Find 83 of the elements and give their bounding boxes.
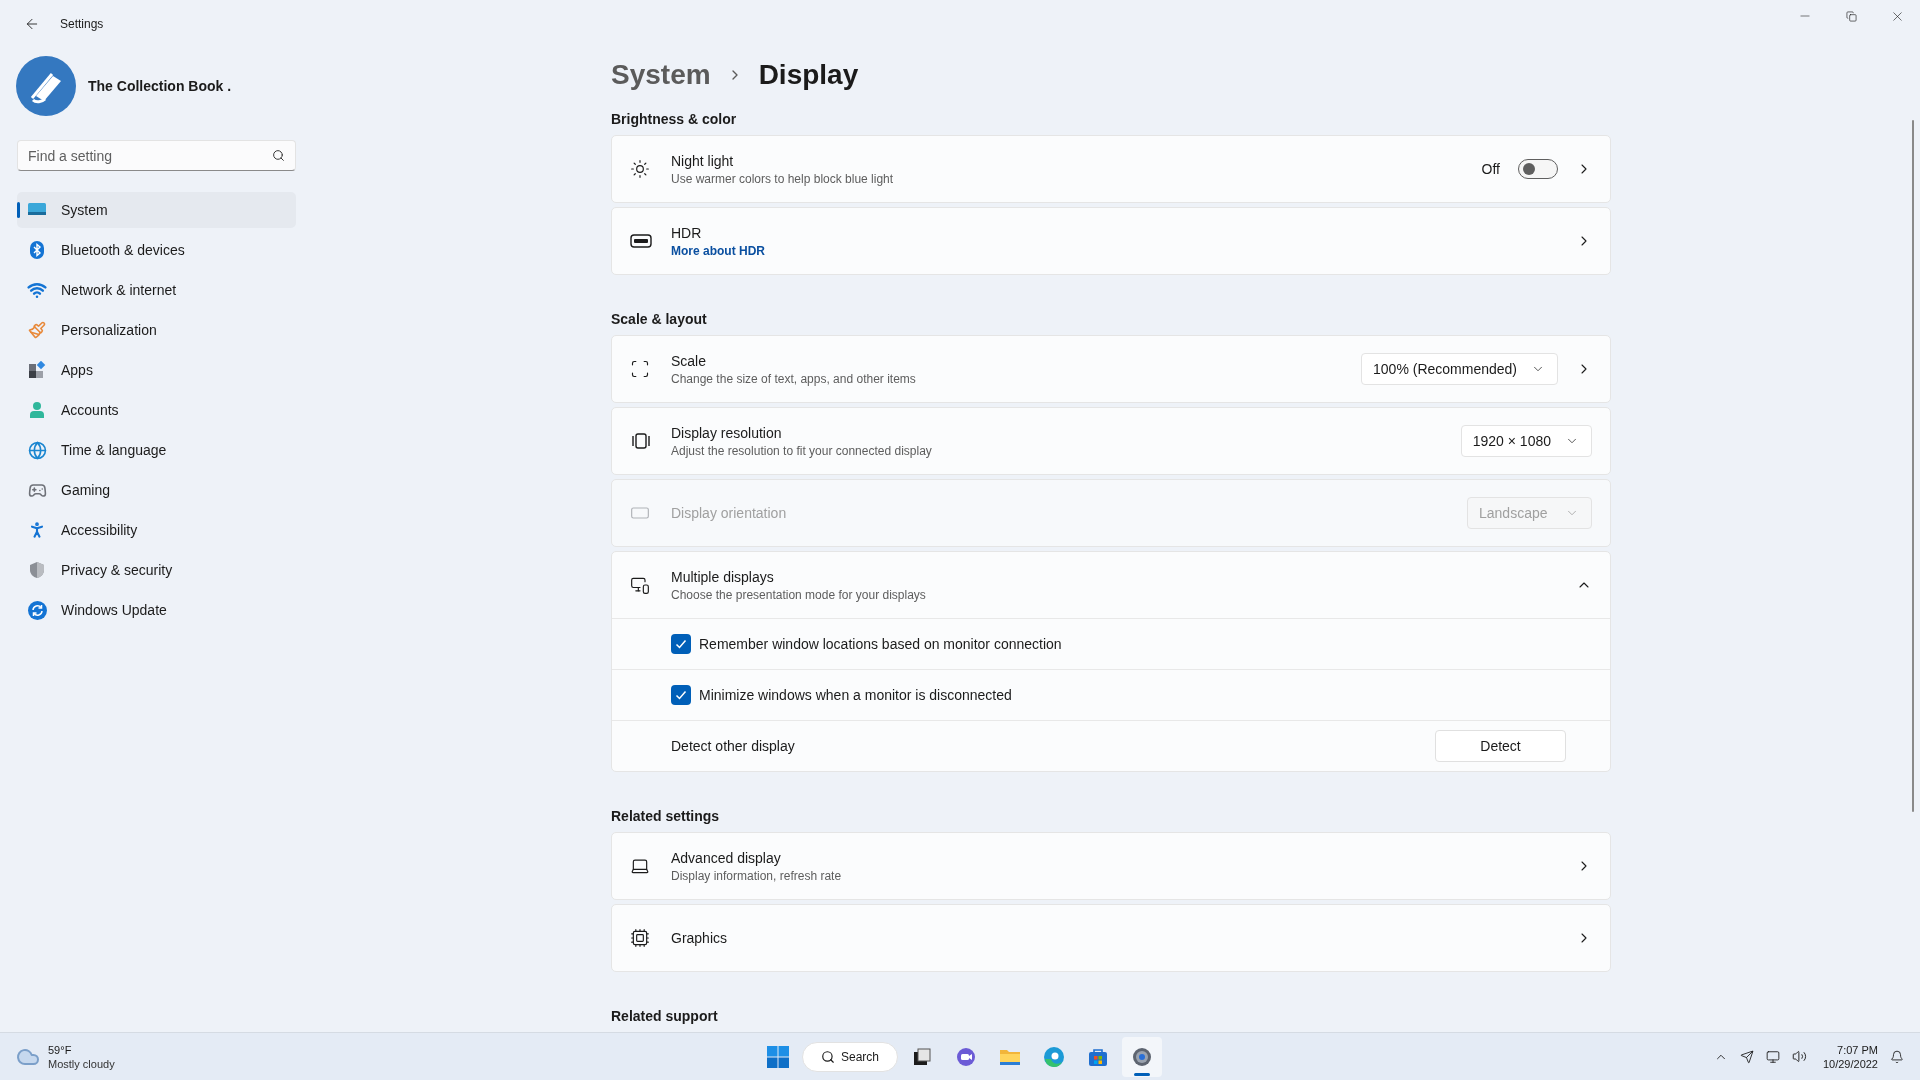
settings-button[interactable] [1122, 1036, 1162, 1077]
section-heading: Related settings [611, 807, 721, 825]
clock-time[interactable]: 7:07 PM [1837, 1042, 1878, 1057]
setting-title: HDR [671, 223, 703, 243]
paper-plane-icon[interactable] [1739, 1049, 1754, 1064]
setting-card[interactable]: Scale Change the size of text, apps, and other items 100% (Recommended) [611, 335, 1611, 403]
nav-item[interactable]: Time & language [17, 432, 296, 468]
dropdown[interactable]: 1920 × 1080 [1460, 425, 1592, 457]
nav-item[interactable]: Bluetooth & devices [17, 232, 296, 268]
scrollbar[interactable] [1912, 120, 1914, 812]
section-heading: Brightness & color [611, 110, 738, 128]
setting-title: Graphics [671, 928, 729, 948]
windows-logo-icon [766, 1044, 790, 1069]
setting-title: Display resolution [671, 423, 783, 443]
setting-description: Choose the presentation mode for your displays [671, 586, 927, 603]
weather-condition: Mostly cloudy [48, 1056, 115, 1071]
setting-description: Adjust the resolution to fit your connected display [671, 442, 933, 459]
toggle-switch[interactable] [1518, 159, 1558, 179]
nav-item[interactable]: Personalization [17, 312, 296, 348]
setting-card[interactable]: Advanced display Display information, refresh rate [611, 832, 1611, 900]
checkbox[interactable] [671, 685, 691, 705]
globe-icon [27, 440, 47, 460]
breadcrumb-parent[interactable]: System [611, 54, 711, 96]
setting-description: Use warmer colors to help block blue light [671, 170, 895, 187]
notification-icon[interactable] [1890, 1049, 1904, 1064]
setting-title: Detect other display [671, 736, 795, 756]
volume-icon[interactable] [1791, 1049, 1807, 1064]
page-title: Display [758, 58, 859, 92]
nav-item[interactable]: Network & internet [17, 272, 296, 308]
setting-card[interactable]: Night light Use warmer colors to help block blue light Off [611, 135, 1611, 203]
nav-item[interactable]: Accessibility [17, 512, 296, 548]
nav-item[interactable]: Apps [17, 352, 296, 388]
search-icon [272, 149, 285, 162]
clock-date[interactable]: 10/29/2022 [1822, 1056, 1878, 1071]
setting-title: Scale [671, 351, 708, 371]
setting-title: Night light [671, 151, 735, 171]
brightness-icon [630, 159, 650, 179]
setting-card[interactable]: HDR More about HDR [611, 207, 1611, 275]
nav-item[interactable]: Gaming [17, 472, 296, 508]
profile-name: The Collection Book . [88, 76, 232, 96]
taskbar-search[interactable]: Search [802, 1041, 898, 1072]
graphics-card-icon [630, 928, 650, 948]
detect-button[interactable]: Detect [1435, 730, 1566, 762]
setting-title: Advanced display [671, 848, 782, 868]
dropdown[interactable]: 100% (Recommended) [1361, 353, 1558, 385]
browser-icon [1043, 1045, 1065, 1068]
scale-icon [630, 359, 650, 379]
setting-title: Multiple displays [671, 567, 775, 587]
monitors-icon [630, 575, 650, 595]
checkbox[interactable] [671, 634, 691, 654]
weather-temperature: 59°F [48, 1042, 73, 1057]
setting-description: Change the size of text, apps, and other items [671, 370, 917, 387]
setting-description: Display information, refresh rate [671, 867, 843, 884]
section-heading: Related support [611, 1007, 719, 1025]
shield-icon [29, 561, 45, 579]
bluetooth-icon [30, 241, 44, 259]
nav-item[interactable]: System [17, 192, 296, 228]
nav-item[interactable]: Accounts [17, 392, 296, 428]
wifi-icon [27, 280, 47, 300]
shopping-bag-icon [1088, 1046, 1108, 1067]
monitor-icon [27, 202, 47, 218]
checkbox-label: Minimize windows when a monitor is disconnected [699, 685, 1012, 705]
window-title: Settings [60, 16, 104, 33]
person-icon [29, 401, 45, 419]
apps-icon [28, 361, 46, 379]
search-field[interactable]: Find a setting [17, 140, 296, 171]
nav-item[interactable]: Privacy & security [17, 552, 296, 588]
resolution-icon [630, 432, 652, 450]
hdr-icon [630, 233, 652, 249]
nav-item[interactable]: Windows Update [17, 592, 296, 628]
more-about-link[interactable]: More about HDR [671, 242, 1576, 259]
search-icon [821, 1049, 835, 1064]
section-heading: Scale & layout [611, 310, 708, 328]
setting-card[interactable]: Display resolution Adjust the resolution to fit your connected display 1920 × 1080 [611, 407, 1611, 475]
checkbox-label: Remember window locations based on monitor connection [699, 634, 1062, 654]
toggle-state-label: Off [1481, 159, 1500, 179]
setting-card[interactable]: Graphics [611, 904, 1611, 972]
video-chat-icon [955, 1045, 977, 1068]
restore-icon [1845, 10, 1857, 22]
setting-title: Display orientation [671, 503, 788, 523]
brush-icon [28, 321, 46, 339]
update-icon [27, 600, 47, 620]
task-view-icon [912, 1046, 932, 1067]
